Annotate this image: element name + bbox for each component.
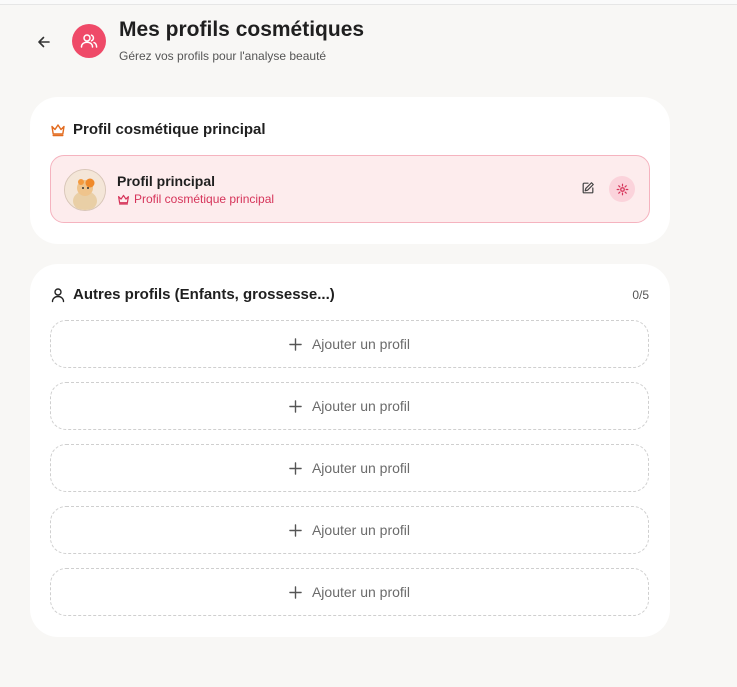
add-profile-button[interactable]: Ajouter un profil — [50, 382, 649, 430]
section-title-label: Autres profils (Enfants, grossesse...) — [73, 286, 335, 303]
add-profile-label: Ajouter un profil — [311, 336, 411, 352]
arrow-left-icon — [38, 36, 50, 48]
badge-label: Profil cosmétique principal — [134, 192, 275, 206]
other-profiles-card: Autres profils (Enfants, grossesse...) 0… — [30, 264, 670, 637]
profile-count: 0/5 — [632, 288, 649, 302]
edit-icon — [582, 182, 594, 194]
main-profile-row[interactable]: Profil principal Profil cosmétique princ… — [50, 155, 650, 223]
plus-icon — [289, 337, 303, 351]
other-profiles-section-title: Autres profils (Enfants, grossesse...) — [50, 286, 335, 303]
add-profile-button[interactable]: Ajouter un profil — [50, 568, 649, 616]
section-title-label: Profil cosmétique principal — [73, 121, 266, 138]
add-profile-label: Ajouter un profil — [311, 460, 411, 476]
add-profile-button[interactable]: Ajouter un profil — [50, 444, 649, 492]
plus-icon — [289, 399, 303, 413]
page-header: Mes profils cosmétiques Gérez vos profil… — [0, 0, 737, 80]
plus-icon — [289, 585, 303, 599]
main-profile-card: Profil cosmétique principal Profil princ… — [30, 97, 670, 244]
add-profile-label: Ajouter un profil — [311, 522, 411, 538]
plus-icon — [289, 461, 303, 475]
add-profile-label: Ajouter un profil — [311, 398, 411, 414]
edit-profile-button[interactable] — [578, 178, 598, 198]
avatar — [64, 169, 106, 211]
add-profile-label: Ajouter un profil — [311, 584, 411, 600]
add-profile-button[interactable]: Ajouter un profil — [50, 506, 649, 554]
crown-icon — [117, 193, 130, 206]
main-profile-section-title: Profil cosmétique principal — [50, 121, 266, 138]
plus-icon — [289, 523, 303, 537]
back-button[interactable] — [33, 31, 55, 53]
profile-settings-button[interactable] — [609, 176, 635, 202]
main-profile-badge: Profil cosmétique principal — [117, 192, 274, 206]
crown-icon — [50, 122, 66, 138]
page-title: Mes profils cosmétiques — [119, 18, 365, 41]
user-icon — [50, 287, 66, 303]
users-icon — [72, 24, 106, 58]
add-profile-button[interactable]: Ajouter un profil — [50, 320, 649, 368]
profile-name: Profil principal — [117, 173, 216, 189]
page-subtitle: Gérez vos profils pour l'analyse beauté — [119, 49, 327, 63]
gear-icon — [616, 183, 628, 195]
